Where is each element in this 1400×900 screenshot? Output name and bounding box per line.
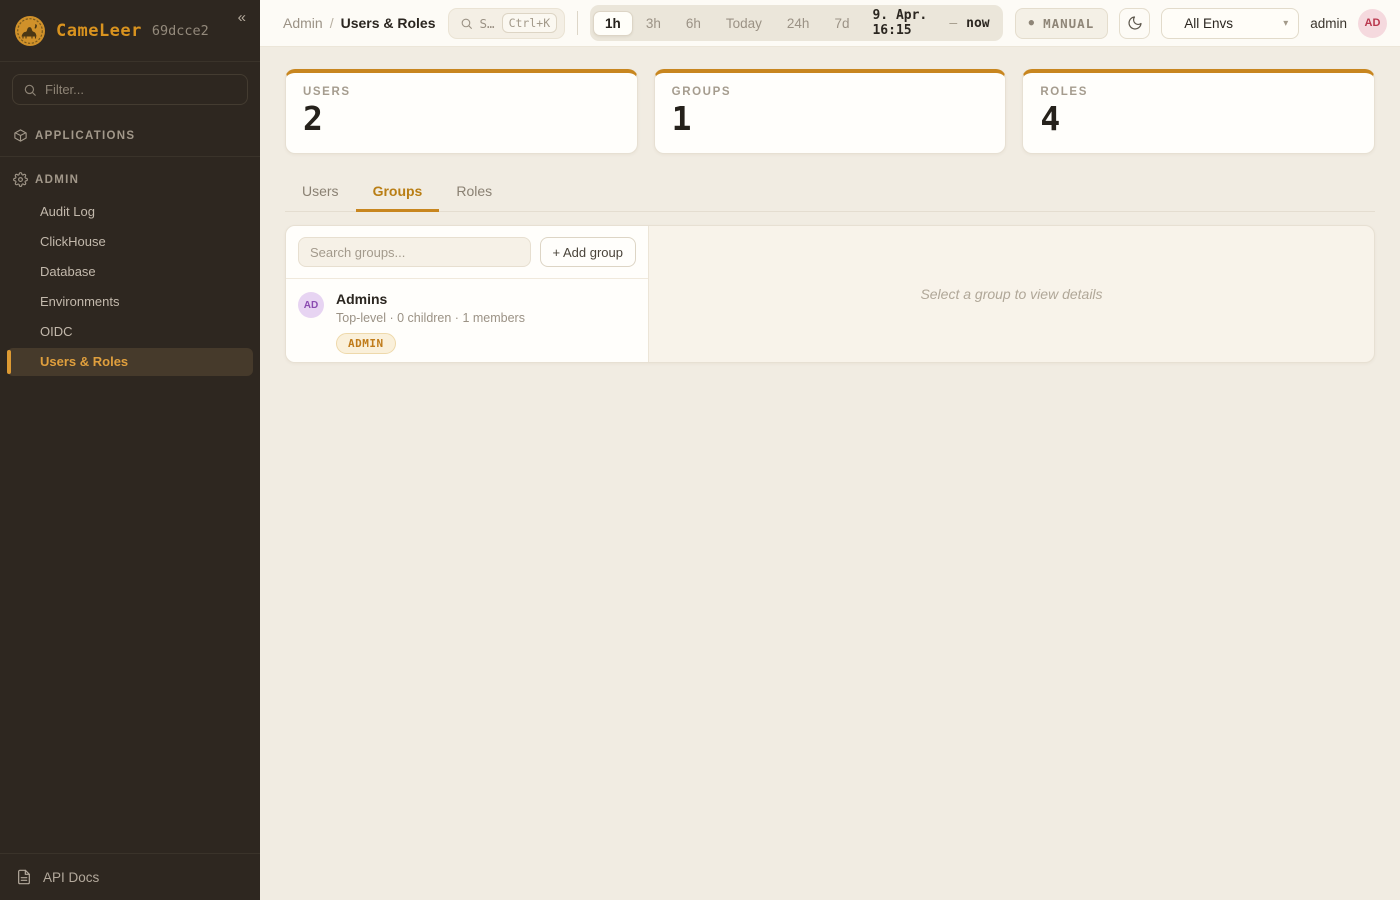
api-docs-link[interactable]: API Docs [0, 853, 260, 900]
time-range-24h[interactable]: 24h [775, 11, 822, 36]
breadcrumb: Admin / Users & Roles [283, 15, 436, 31]
tab-roles[interactable]: Roles [439, 174, 509, 212]
topbar: Admin / Users & Roles S… Ctrl+K 1h 3h 6h… [260, 0, 1400, 47]
group-role-badge: ADMIN [336, 333, 396, 354]
time-from: 9. Apr. 16:15 [872, 8, 940, 38]
stat-value: 2 [303, 101, 620, 137]
global-search-button[interactable]: S… Ctrl+K [448, 8, 566, 39]
stats-row: USERS 2 GROUPS 1 ROLES 4 [285, 69, 1375, 154]
time-range-today[interactable]: Today [714, 11, 774, 36]
stat-card-roles: ROLES 4 [1022, 69, 1375, 154]
groups-list-header: + Add group [286, 226, 648, 279]
breadcrumb-current: Users & Roles [341, 15, 436, 31]
tab-bar: Users Groups Roles [285, 174, 1375, 212]
sidebar-section-applications[interactable]: APPLICATIONS [0, 119, 260, 152]
search-label: S… [480, 16, 495, 31]
app-name: CameLeer [56, 21, 142, 41]
section-label: APPLICATIONS [35, 130, 135, 142]
groups-list: + Add group AD Admins Top-level · 0 chil… [286, 226, 649, 362]
breadcrumb-admin[interactable]: Admin [283, 15, 323, 31]
tab-groups[interactable]: Groups [356, 174, 440, 212]
breadcrumb-separator: / [330, 15, 334, 31]
time-range-7d[interactable]: 7d [822, 11, 861, 36]
topbar-right: ● MANUAL All Envs ▾ admin AD [1015, 8, 1387, 39]
time-range-custom[interactable]: 9. Apr. 16:15 – now [862, 8, 999, 38]
time-range-6h[interactable]: 6h [674, 11, 713, 36]
api-docs-label: API Docs [43, 870, 99, 885]
stat-value: 4 [1040, 101, 1357, 137]
sidebar-collapse-icon[interactable]: « [238, 10, 246, 25]
topbar-divider [577, 11, 578, 35]
group-name: Admins [336, 291, 525, 307]
stat-label: GROUPS [672, 86, 989, 98]
sidebar-section-admin[interactable]: ADMIN [0, 163, 260, 196]
env-select[interactable]: All Envs ▾ [1161, 8, 1299, 39]
stat-card-users: USERS 2 [285, 69, 638, 154]
group-details-empty-state: Select a group to view details [649, 226, 1374, 362]
refresh-mode-button[interactable]: ● MANUAL [1015, 8, 1109, 39]
sidebar-item-database[interactable]: Database [7, 258, 253, 286]
group-list-item[interactable]: AD Admins Top-level · 0 children · 1 mem… [286, 279, 648, 363]
sidebar-filter[interactable] [12, 74, 248, 105]
group-item-body: Admins Top-level · 0 children · 1 member… [336, 291, 525, 354]
sidebar: CameLeer 69dcce2 « APPLICATIONS ADMIN Au… [0, 0, 260, 900]
username-label: admin [1310, 16, 1347, 31]
time-to: now [966, 16, 989, 31]
sidebar-filter-input[interactable] [45, 82, 237, 97]
document-icon [16, 869, 32, 885]
search-icon [460, 17, 473, 30]
cameleer-logo-icon [14, 15, 46, 47]
status-dot-icon: ● [1029, 18, 1035, 28]
search-shortcut: Ctrl+K [502, 13, 558, 33]
refresh-mode-label: MANUAL [1043, 16, 1094, 31]
app-instance-id: 69dcce2 [152, 23, 209, 39]
cube-icon [13, 128, 28, 143]
groups-search-input[interactable] [298, 237, 531, 267]
chevron-down-icon: ▾ [1283, 18, 1288, 29]
gear-icon [13, 172, 28, 187]
admin-nav: Audit Log ClickHouse Database Environmen… [0, 196, 260, 378]
time-separator: – [949, 16, 957, 31]
moon-icon [1127, 15, 1143, 31]
sidebar-item-environments[interactable]: Environments [7, 288, 253, 316]
sidebar-header: CameLeer 69dcce2 « [0, 0, 260, 62]
section-label: ADMIN [35, 174, 79, 186]
sidebar-item-clickhouse[interactable]: ClickHouse [7, 228, 253, 256]
groups-panel: + Add group AD Admins Top-level · 0 chil… [285, 225, 1375, 363]
time-range-1h[interactable]: 1h [593, 11, 633, 36]
env-select-value: All Envs [1184, 16, 1233, 31]
add-group-button[interactable]: + Add group [540, 237, 636, 267]
stat-card-groups: GROUPS 1 [654, 69, 1007, 154]
time-range-3h[interactable]: 3h [634, 11, 673, 36]
search-icon [23, 83, 37, 97]
stat-value: 1 [672, 101, 989, 137]
user-avatar[interactable]: AD [1358, 9, 1387, 38]
content: USERS 2 GROUPS 1 ROLES 4 Users Groups Ro… [260, 47, 1400, 900]
sidebar-item-oidc[interactable]: OIDC [7, 318, 253, 346]
time-range-picker: 1h 3h 6h Today 24h 7d 9. Apr. 16:15 – no… [590, 5, 1003, 41]
group-meta: Top-level · 0 children · 1 members [336, 311, 525, 325]
tab-users[interactable]: Users [285, 174, 356, 212]
group-avatar: AD [298, 292, 324, 318]
sidebar-divider [0, 156, 260, 157]
sidebar-item-users-roles[interactable]: Users & Roles [7, 348, 253, 376]
main-area: Admin / Users & Roles S… Ctrl+K 1h 3h 6h… [260, 0, 1400, 900]
stat-label: USERS [303, 86, 620, 98]
sidebar-item-audit-log[interactable]: Audit Log [7, 198, 253, 226]
stat-label: ROLES [1040, 86, 1357, 98]
theme-toggle-button[interactable] [1119, 8, 1150, 39]
